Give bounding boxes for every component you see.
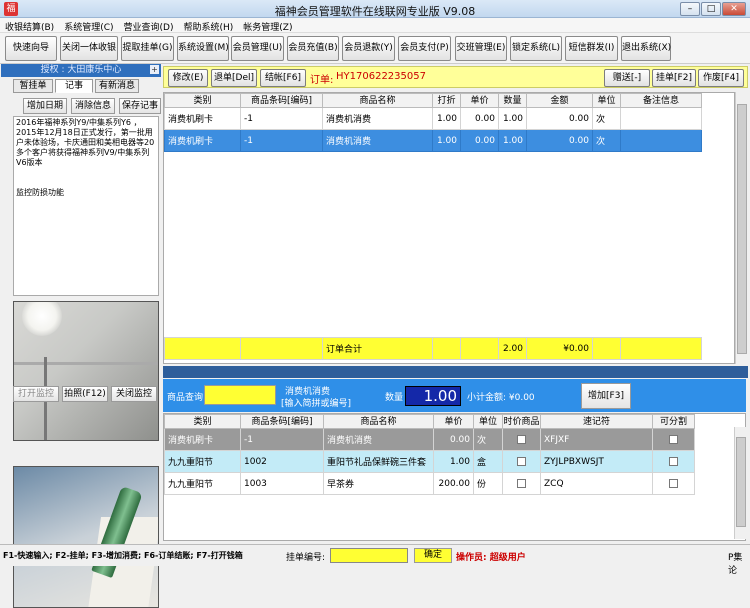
product-grid: 类别 商品条码[编码] 商品名称 单价 单位 时价商品 速记符 可分割 消费机刷… [163,413,746,541]
left-panel: 授权 : 大田康乐中心 + 暂挂单 记事 有新消息 增加日期 消除信息 保存记事… [1,64,161,608]
col-barcode: 商品条码[编码] [240,93,323,108]
table-row[interactable]: 消费机刷卡 -1 消费机消费 0.00 次 XFJXF [164,428,695,451]
hang-number-label: 挂单编号: [286,553,326,563]
return-order-button[interactable]: 退单[Del] [211,69,257,87]
license-header: 授权 : 大田康乐中心 + [1,64,161,77]
section-divider [163,366,748,378]
checkout-button[interactable]: 结帐[F6] [260,69,306,87]
close-monitor-button[interactable]: 关闭监控 [111,386,157,402]
time-price-checkbox[interactable] [517,456,526,466]
shift-management-button[interactable]: 交班管理(E) [455,36,507,61]
table-row-selected[interactable]: 消费机刷卡 -1 消费机消费 1.00 0.00 1.00 0.00 次 [164,129,702,152]
sms-broadcast-button[interactable]: 短信群发(I) [565,36,618,61]
table-row[interactable]: 九九重阳节 1002 重阳节礼品保鲜碗三件套 1.00 盒 ZYJLPBXWSJ… [164,450,695,473]
lock-system-button[interactable]: 锁定系统(L) [510,36,562,61]
shortcut-hints: F1-快速输入; F2-挂单; F3-增加消费; F6-订单结账; F7-打开钱… [3,551,243,560]
confirm-button[interactable]: 确定 [414,548,452,563]
order-number: HY170622235057 [336,71,426,82]
query-hint-input: [输入简拼或编号] [281,399,352,409]
add-date-button[interactable]: 增加日期 [23,98,67,114]
product-query-label: 商品查询 [167,393,204,403]
exit-system-button[interactable]: 退出系统(X) [621,36,671,61]
product-grid-header: 类别 商品条码[编码] 商品名称 单价 单位 时价商品 速记符 可分割 [164,414,695,429]
system-settings-button[interactable]: 系统设置(M) [177,36,229,61]
fetch-held-order-button[interactable]: 提取挂单(G) [121,36,174,61]
col-amount: 金额 [526,93,593,108]
col-discount: 打折 [432,93,461,108]
modify-button[interactable]: 修改(E) [168,69,208,87]
quantity-label: 数量 [385,393,404,403]
time-price-checkbox[interactable] [517,478,526,488]
save-notes-button[interactable]: 保存记事 [119,98,161,114]
menu-system[interactable]: 系统管理(C) [59,18,118,33]
open-monitor-button[interactable]: 打开监控 [13,386,59,402]
window-title: 福神会员管理软件在线联网专业版 V9.08 [274,5,476,18]
order-grid-header: 类别 商品条码[编码] 商品名称 打折 单价 数量 金额 单位 备注信息 [164,93,702,108]
table-row[interactable]: 消费机刷卡 -1 消费机消费 1.00 0.00 1.00 0.00 次 [164,107,702,130]
order-label: 订单: [310,75,334,86]
take-photo-button[interactable]: 拍照(F12) [62,386,108,402]
tab-notes[interactable]: 记事 [55,79,93,93]
tab-new-messages[interactable]: 有新消息 [95,79,139,93]
time-price-checkbox[interactable] [517,434,526,444]
menu-checkout[interactable]: 收银结算(B) [0,18,59,33]
operator-label: 操作员: 超级用户 [456,553,526,563]
maximize-button[interactable]: □ [701,2,721,16]
table-row[interactable]: 九九重阳节 1003 早茶券 200.00 份 ZCQ [164,472,695,495]
col-unit-price: 单价 [460,93,499,108]
menu-bar: 收银结算(B) 系统管理(C) 营业查询(D) 帮助系统(H) 帐务管理(Z) [0,18,750,33]
member-management-button[interactable]: 会员管理(U) [231,36,284,61]
member-payment-button[interactable]: 会员支付(P) [398,36,451,61]
gift-button[interactable]: 赠送[-] [604,69,650,87]
order-total-qty: 2.00 [498,337,527,360]
camera-view-2 [13,466,159,608]
close-pos-button[interactable]: 关闭一体收银 [60,36,118,61]
main-panel: 修改(E) 退单[Del] 结帐[F6] 订单: HY170622235057 … [163,64,748,544]
order-grid: 类别 商品条码[编码] 商品名称 打折 单价 数量 金额 单位 备注信息 消费机… [163,92,735,364]
divisible-checkbox[interactable] [669,478,678,488]
clear-info-button[interactable]: 消除信息 [71,98,115,114]
menu-accounts[interactable]: 帐务管理(Z) [238,18,297,33]
hold-order-button[interactable]: 挂单[F2] [652,69,696,87]
product-grid-scrollbar[interactable] [734,427,747,539]
license-label: 授权 : 大田康乐中心 [40,65,122,75]
menu-business-query[interactable]: 营业查询(D) [119,18,179,33]
order-total-row: 订单合计 2.00 ¥0.00 [164,337,702,360]
order-bar: 修改(E) 退单[Del] 结帐[F6] 订单: HY170622235057 … [163,66,748,88]
main-toolbar: 快速向导 关闭一体收银 提取挂单(G) 系统设置(M) 会员管理(U) 会员充值… [0,33,750,64]
product-query-input[interactable] [204,385,276,405]
status-bar: F1-快速输入; F2-挂单; F3-增加消费; F6-订单结账; F7-打开钱… [0,544,750,576]
close-window-button[interactable]: ✕ [722,2,746,16]
col-product-name: 商品名称 [322,93,433,108]
notes-textarea[interactable]: 2016年福神系列Y9/中集系列Y6 ，2015年12月18日正式发行，第一批用… [13,116,159,296]
col-category: 类别 [164,93,241,108]
col-quantity: 数量 [498,93,527,108]
quick-wizard-button[interactable]: 快速向导 [5,36,57,61]
product-query-bar: 商品查询 消费机消费 [输入简拼或编号] 数量 1.00 小计金额: ¥0.00… [163,379,746,412]
divisible-checkbox[interactable] [669,456,678,466]
divisible-checkbox[interactable] [669,434,678,444]
add-item-button[interactable]: 增加[F3] [581,383,631,409]
order-total-label: 订单合计 [322,337,433,360]
camera-view-1 [13,301,159,441]
minimize-button[interactable]: – [680,2,700,16]
title-bar: 福 福神会员管理软件在线联网专业版 V9.08 – □ ✕ [0,0,750,18]
member-recharge-button[interactable]: 会员充值(B) [287,36,339,61]
status-right-text: P集论 [728,553,743,576]
order-grid-scrollbar[interactable] [735,92,748,364]
col-unit: 单位 [592,93,621,108]
tab-held-orders[interactable]: 暂挂单 [13,79,53,93]
order-total-amount: ¥0.00 [526,337,593,360]
quantity-input[interactable]: 1.00 [405,386,461,406]
void-button[interactable]: 作废[F4] [698,69,744,87]
pin-icon[interactable]: + [150,65,159,74]
menu-help[interactable]: 帮助系统(H) [178,18,238,33]
subtotal-label: 小计金额: ¥0.00 [467,393,535,403]
col-remarks: 备注信息 [620,93,702,108]
hang-number-input[interactable] [330,548,408,563]
member-refund-button[interactable]: 会员退款(Y) [342,36,395,61]
